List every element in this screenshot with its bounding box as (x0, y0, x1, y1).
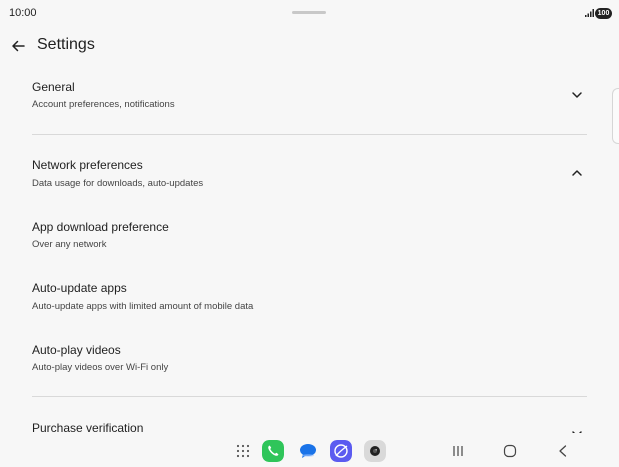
auto-play-subtitle: Auto-play videos over Wi-Fi only (32, 362, 169, 373)
phone-app-icon[interactable] (262, 440, 284, 462)
network-title: Network preferences (32, 158, 143, 172)
network-subtitle: Data usage for downloads, auto-updates (32, 178, 204, 189)
back-arrow-icon[interactable] (9, 37, 27, 55)
settings-item-auto-update-apps[interactable]: Auto-update apps Auto-update apps with l… (0, 273, 600, 321)
auto-update-title: Auto-update apps (32, 281, 127, 295)
divider (32, 396, 587, 397)
status-bar: 10:00 100 (0, 0, 619, 28)
internet-app-icon[interactable] (330, 440, 352, 462)
auto-play-title: Auto-play videos (32, 343, 121, 357)
camera-app-icon[interactable] (364, 440, 386, 462)
battery-icon: 100 (595, 8, 612, 19)
messages-app-icon[interactable] (297, 440, 319, 462)
back-nav-icon[interactable] (555, 443, 571, 459)
settings-item-auto-play-videos[interactable]: Auto-play videos Auto-play videos over W… (0, 335, 600, 383)
app-download-subtitle: Over any network (32, 239, 107, 250)
page-title: Settings (37, 36, 95, 53)
chevron-up-icon[interactable] (570, 166, 584, 180)
general-subtitle: Account preferences, notifications (32, 99, 175, 110)
window-drag-handle[interactable] (292, 11, 326, 14)
general-title: General (32, 80, 75, 94)
navigation-bar (0, 433, 619, 467)
divider (32, 134, 587, 135)
status-time: 10:00 (9, 7, 37, 19)
home-icon[interactable] (502, 443, 518, 459)
side-panel-handle[interactable] (612, 88, 619, 144)
app-drawer-icon[interactable] (235, 443, 251, 459)
chevron-down-icon[interactable] (570, 88, 584, 102)
signal-icon (585, 9, 594, 17)
settings-item-app-download-preference[interactable]: App download preference Over any network (0, 212, 600, 260)
auto-update-subtitle: Auto-update apps with limited amount of … (32, 301, 254, 312)
settings-item-purchase-verification[interactable]: Purchase verification (0, 413, 600, 437)
recent-apps-icon[interactable] (450, 443, 466, 459)
settings-item-general[interactable]: General Account preferences, notificatio… (0, 72, 600, 132)
app-bar: Settings (0, 32, 619, 60)
app-download-title: App download preference (32, 220, 169, 234)
settings-item-network-preferences[interactable]: Network preferences Data usage for downl… (0, 150, 600, 198)
